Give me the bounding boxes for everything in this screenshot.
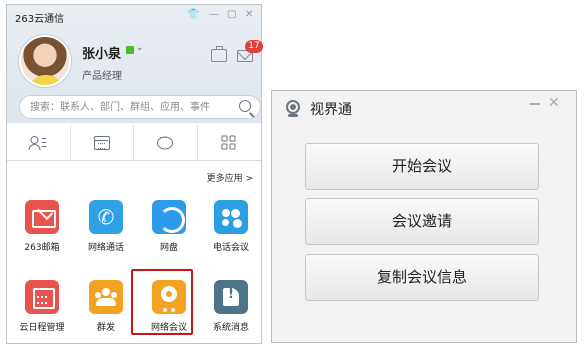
avatar[interactable]: [19, 35, 71, 87]
unread-count-badge: 17: [245, 40, 263, 53]
apps-grid-icon: [221, 135, 237, 150]
tab-apps[interactable]: [197, 125, 261, 160]
app-label: 云日程管理: [19, 323, 65, 333]
calendar-icon: [25, 280, 59, 314]
more-apps-link[interactable]: 更多应用 >: [207, 171, 253, 184]
start-meeting-button[interactable]: 开始会议: [305, 143, 539, 190]
user-name: 张小泉: [82, 47, 122, 62]
webcam-icon: [286, 100, 300, 117]
app-label: 系统消息: [212, 323, 249, 333]
maximize-icon[interactable]: ▢: [227, 9, 236, 21]
phone-icon: [89, 200, 123, 234]
calendar-icon: [93, 135, 110, 150]
minimize-icon[interactable]: [530, 103, 540, 105]
copy-meeting-info-button[interactable]: 复制会议信息: [305, 254, 539, 301]
search-icon[interactable]: [239, 100, 251, 112]
briefcase-icon[interactable]: [211, 46, 227, 62]
app-cloud-disk[interactable]: 网盘: [139, 200, 199, 253]
cloud-disk-icon: [152, 200, 186, 234]
close-icon[interactable]: ✕: [548, 95, 560, 111]
minimize-icon[interactable]: —: [209, 9, 219, 21]
group-send-icon: [89, 280, 123, 314]
app-cloud-calendar[interactable]: 云日程管理: [12, 280, 72, 333]
meeting-window: 视界通 ✕ 开始会议 会议邀请 复制会议信息: [271, 90, 577, 343]
tab-calendar[interactable]: [71, 125, 134, 160]
app-group-send[interactable]: 群发: [76, 280, 136, 333]
app-263-mail[interactable]: 263邮箱: [12, 200, 72, 253]
system-message-icon: [214, 280, 248, 314]
app-label: 群发: [96, 323, 115, 333]
meeting-titlebar[interactable]: 视界通 ✕: [272, 91, 576, 123]
profile-header: 263云通信 👕 — ▢ ✕ 张小泉 ⌄ 产品经理 17: [7, 5, 263, 123]
search-input[interactable]: [30, 100, 230, 115]
app-phone-conference[interactable]: 电话会议: [201, 200, 261, 253]
chat-icon: [157, 133, 174, 149]
tab-messages[interactable]: [134, 125, 198, 160]
conference-call-icon: [214, 200, 248, 234]
user-role[interactable]: 产品经理: [82, 67, 122, 82]
selected-app-highlight: [131, 269, 193, 335]
window-title: 263云通信: [15, 14, 65, 25]
chevron-down-icon[interactable]: ⌄: [136, 43, 144, 53]
main-tabbar: [7, 125, 261, 161]
skin-icon[interactable]: 👕: [187, 9, 199, 21]
online-status-icon[interactable]: [126, 46, 134, 54]
meeting-window-title: 视界通: [310, 102, 352, 118]
contacts-icon: [28, 135, 47, 150]
search-box[interactable]: [19, 95, 261, 119]
app-voip-call[interactable]: 网络通话: [76, 200, 136, 253]
app-label: 263邮箱: [24, 243, 60, 253]
tab-contacts[interactable]: [7, 125, 71, 160]
app-system-message[interactable]: 系统消息: [201, 280, 261, 333]
close-icon[interactable]: ✕: [245, 9, 253, 21]
mail-icon: [25, 200, 59, 234]
app-label: 网络通话: [87, 243, 124, 253]
app-label: 网盘: [159, 243, 178, 253]
meeting-invite-button[interactable]: 会议邀请: [305, 198, 539, 245]
app-label: 电话会议: [212, 243, 249, 253]
